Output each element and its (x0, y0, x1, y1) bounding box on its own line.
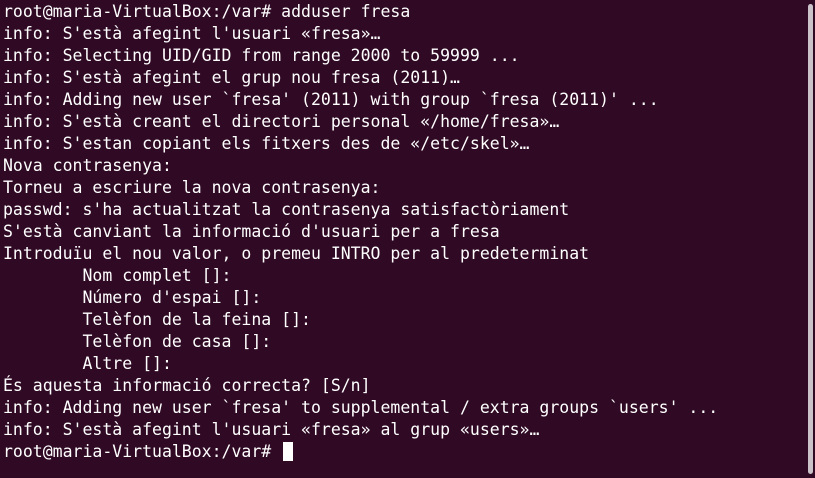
shell-prompt: root@maria-VirtualBox:/var# (3, 442, 282, 461)
terminal-line: S'està canviant la informació d'usuari p… (3, 222, 500, 241)
scrollbar-thumb[interactable] (808, 4, 813, 474)
terminal-window[interactable]: root@maria-VirtualBox:/var# adduser fres… (0, 0, 815, 478)
terminal-line: root@maria-VirtualBox:/var# adduser fres… (3, 2, 411, 21)
terminal-line: info: Adding new user `fresa' (2011) wit… (3, 90, 659, 109)
terminal-line: info: S'està afegint l'usuari «fresa» al… (3, 420, 540, 439)
terminal-line: info: Adding new user `fresa' to supplem… (3, 398, 719, 417)
terminal-line: Telèfon de la feina []: (3, 310, 311, 329)
prompt-line[interactable]: root@maria-VirtualBox:/var# (3, 441, 815, 463)
terminal-line: Número d'espai []: (3, 288, 262, 307)
terminal-line: info: S'estan copiant els fitxers des de… (3, 134, 530, 153)
terminal-line: Torneu a escriure la nova contrasenya: (3, 178, 381, 197)
terminal-line: info: S'està afegint l'usuari «fresa»… (3, 24, 381, 43)
terminal-line: Nom complet []: (3, 266, 232, 285)
terminal-line: Telèfon de casa []: (3, 332, 272, 351)
terminal-line: passwd: s'ha actualitzat la contrasenya … (3, 200, 570, 219)
terminal-line: info: Selecting UID/GID from range 2000 … (3, 46, 520, 65)
terminal-line: És aquesta informació correcta? [S/n] (3, 376, 371, 395)
vertical-scrollbar[interactable] (805, 0, 815, 478)
terminal-line: info: S'està creant el directori persona… (3, 112, 560, 131)
terminal-line: info: S'està afegint el grup nou fresa (… (3, 68, 460, 87)
terminal-line: Altre []: (3, 354, 172, 373)
terminal-line: Nova contrasenya: (3, 156, 172, 175)
text-cursor[interactable] (283, 442, 294, 461)
terminal-line: Introduïu el nou valor, o premeu INTRO p… (3, 244, 590, 263)
